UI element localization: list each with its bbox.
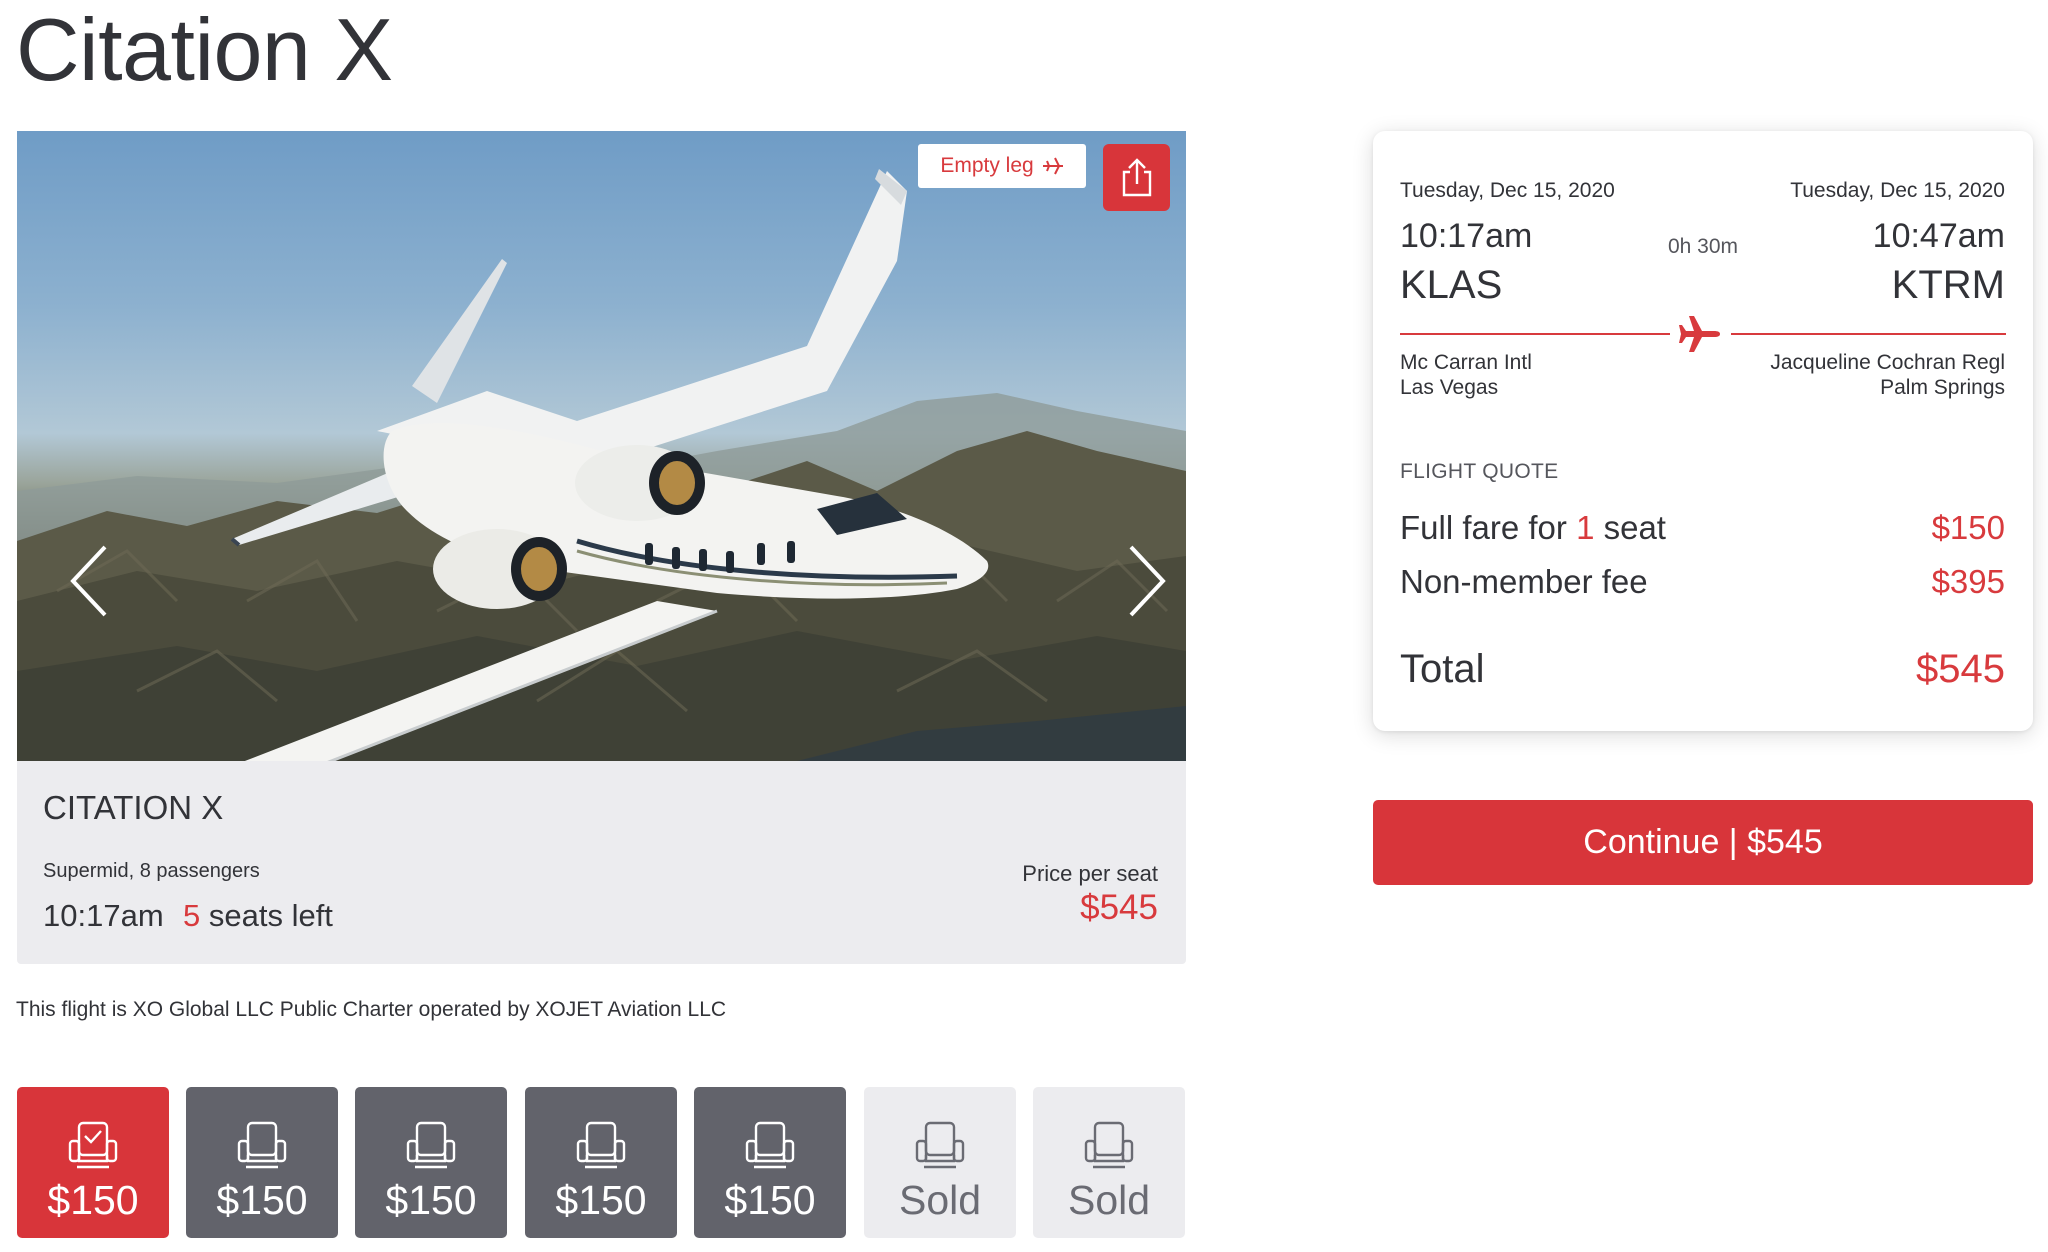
seat-icon bbox=[915, 1121, 965, 1169]
seats-left: 5 seats left bbox=[183, 898, 333, 934]
seat-icon bbox=[1084, 1121, 1134, 1169]
seat-selected-icon bbox=[68, 1121, 118, 1169]
departure-city: Las Vegas bbox=[1400, 376, 1499, 399]
flight-quote-heading: FLIGHT QUOTE bbox=[1400, 460, 1559, 483]
flight-quote-card: Tuesday, Dec 15, 2020 Tuesday, Dec 15, 2… bbox=[1373, 131, 2033, 731]
seat-price: $150 bbox=[385, 1177, 477, 1223]
arrival-city: Palm Springs bbox=[1880, 376, 2005, 399]
empty-leg-label: Empty leg bbox=[940, 154, 1034, 177]
full-fare-suffix: seat bbox=[1594, 509, 1666, 546]
non-member-fee-label: Non-member fee bbox=[1400, 563, 1648, 600]
seat-option-sold: Sold bbox=[1033, 1087, 1185, 1238]
share-button[interactable] bbox=[1103, 144, 1170, 211]
price-per-seat-label: Price per seat bbox=[1022, 861, 1158, 886]
seat-price: $150 bbox=[47, 1177, 139, 1223]
non-member-fee-value: $395 bbox=[1931, 563, 2005, 600]
price-per-seat-value: $545 bbox=[1080, 888, 1158, 927]
continue-button[interactable]: Continue | $545 bbox=[1373, 800, 2033, 885]
total-value: $545 bbox=[1916, 647, 2005, 691]
route-line bbox=[1731, 333, 2006, 335]
airplane-icon bbox=[1679, 316, 1720, 352]
seat-icon bbox=[237, 1121, 287, 1169]
airplane-icon bbox=[1042, 157, 1063, 175]
page-title: Citation X bbox=[16, 0, 393, 99]
seat-icon bbox=[406, 1121, 456, 1169]
seat-icon bbox=[576, 1121, 626, 1169]
seat-option-sold: Sold bbox=[864, 1087, 1016, 1238]
seat-option[interactable]: $150 bbox=[17, 1087, 169, 1238]
arrival-airport-code: KTRM bbox=[1891, 263, 2005, 307]
seat-price: $150 bbox=[724, 1177, 816, 1223]
aircraft-info-panel: CITATION X Supermid, 8 passengers 10:17a… bbox=[17, 761, 1186, 964]
departure-date: Tuesday, Dec 15, 2020 bbox=[1400, 179, 1615, 202]
previous-photo-chevron-left-icon[interactable] bbox=[67, 541, 111, 621]
empty-leg-badge: Empty leg bbox=[918, 144, 1086, 188]
full-fare-value: $150 bbox=[1931, 509, 2005, 546]
seat-option[interactable]: $150 bbox=[525, 1087, 677, 1238]
arrival-date: Tuesday, Dec 15, 2020 bbox=[1790, 179, 2005, 202]
full-fare-prefix: Full fare for bbox=[1400, 509, 1577, 546]
aircraft-name: CITATION X bbox=[43, 789, 224, 826]
aircraft-photo bbox=[17, 131, 1186, 761]
departure-airport-name: Mc Carran Intl bbox=[1400, 351, 1532, 374]
seat-icon bbox=[745, 1121, 795, 1169]
departure-time: 10:17am bbox=[43, 898, 164, 933]
seat-status: Sold bbox=[1067, 1177, 1151, 1223]
operator-note: This flight is XO Global LLC Public Char… bbox=[16, 998, 727, 1021]
departure-airport: Mc Carran Intl Las Vegas bbox=[1400, 350, 1532, 400]
seat-price: $150 bbox=[216, 1177, 308, 1223]
arrival-airport-name: Jacqueline Cochran Regl bbox=[1770, 351, 2005, 374]
departure-airport-code: KLAS bbox=[1400, 263, 1503, 307]
seat-price: $150 bbox=[555, 1177, 647, 1223]
route-line bbox=[1400, 333, 1670, 335]
next-photo-chevron-right-icon[interactable] bbox=[1125, 541, 1169, 621]
total-label: Total bbox=[1400, 647, 1485, 691]
arrival-airport: Jacqueline Cochran Regl Palm Springs bbox=[1770, 350, 2005, 400]
full-fare-label: Full fare for 1 seat bbox=[1400, 509, 1666, 547]
share-icon bbox=[1122, 157, 1151, 196]
seats-left-count: 5 bbox=[183, 898, 201, 933]
seat-option[interactable]: $150 bbox=[694, 1087, 846, 1238]
aircraft-photo-scene bbox=[17, 169, 1186, 761]
seat-option[interactable]: $150 bbox=[355, 1087, 507, 1238]
arrival-time: 10:47am bbox=[1872, 217, 2005, 255]
seats-left-label: seats left bbox=[200, 898, 333, 933]
seat-count: 1 bbox=[1576, 509, 1595, 546]
page: Citation X Empty leg CITATION X Supermid… bbox=[0, 0, 2048, 1252]
seat-option[interactable]: $150 bbox=[186, 1087, 338, 1238]
seat-status: Sold bbox=[898, 1177, 982, 1223]
aircraft-class: Supermid, 8 passengers bbox=[43, 860, 260, 882]
